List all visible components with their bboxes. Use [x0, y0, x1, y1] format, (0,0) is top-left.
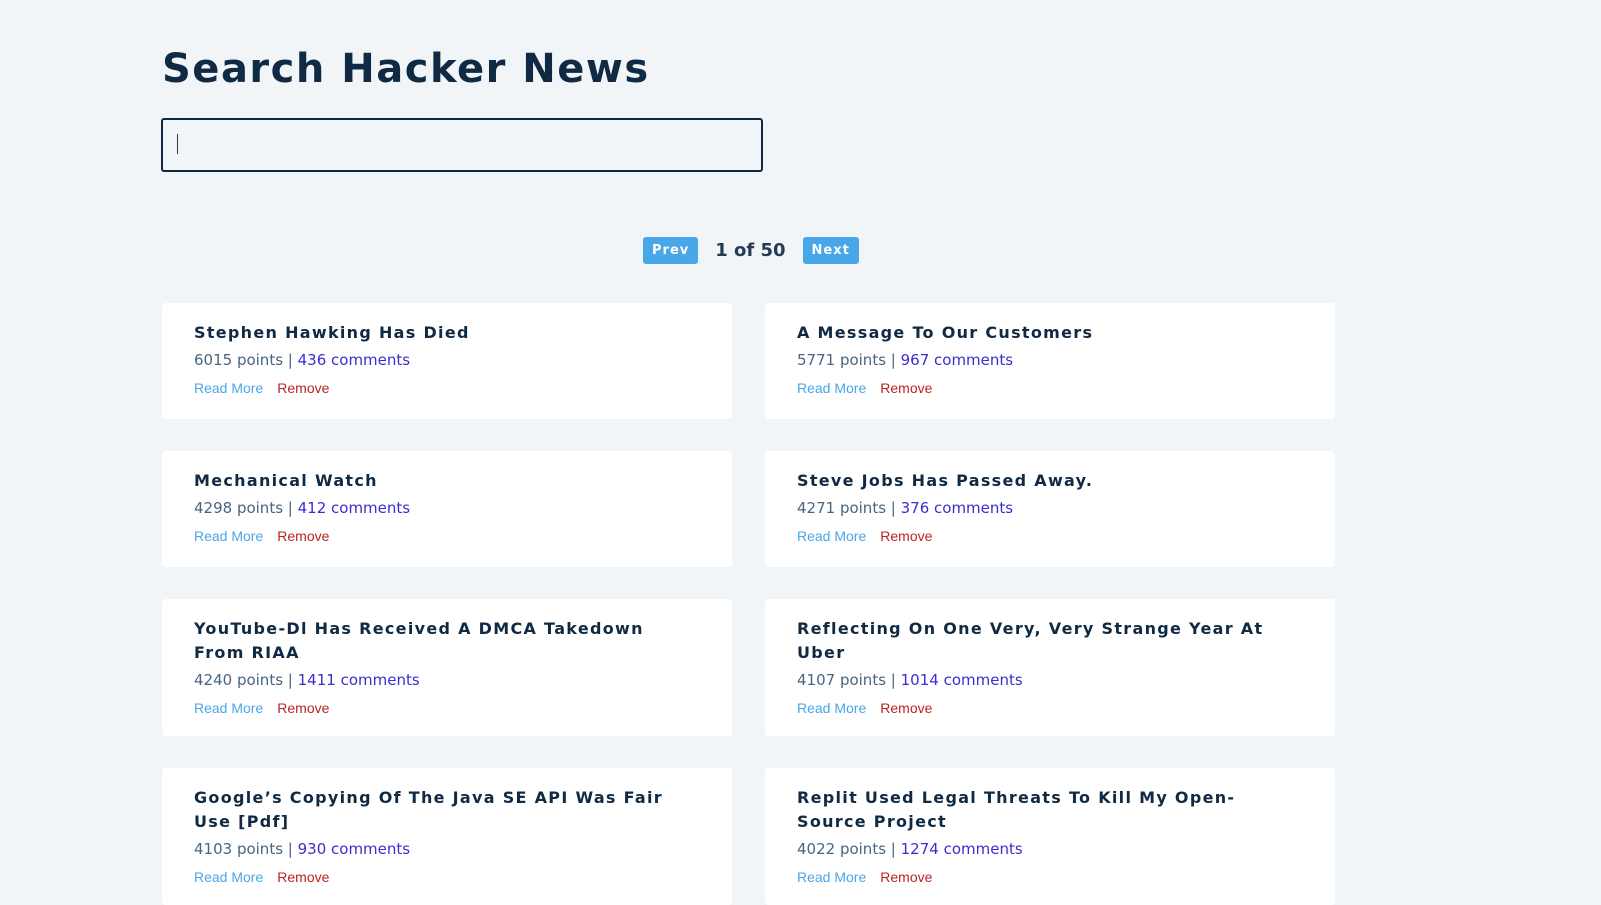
text-caret [177, 134, 178, 154]
story-info: 6015 points | 436 comments [194, 348, 700, 372]
story-points: 5771 points | [797, 351, 896, 369]
remove-button[interactable]: Remove [277, 380, 329, 396]
comments-link[interactable]: 1014 comments [901, 671, 1023, 689]
remove-button[interactable]: Remove [880, 700, 932, 716]
comments-link[interactable]: 967 comments [901, 351, 1013, 369]
remove-button[interactable]: Remove [880, 380, 932, 396]
prev-button[interactable]: Prev [643, 236, 699, 264]
story-info: 4107 points | 1014 comments [797, 668, 1303, 692]
comments-link[interactable]: 376 comments [901, 499, 1013, 517]
story-card: A Message To Our Customers 5771 points |… [765, 303, 1335, 419]
remove-button[interactable]: Remove [880, 528, 932, 544]
read-more-link[interactable]: Read More [194, 526, 263, 546]
story-card: Google’s Copying Of The Java SE API Was … [162, 768, 732, 905]
story-actions: Read More Remove [797, 526, 1303, 546]
remove-button[interactable]: Remove [277, 528, 329, 544]
story-info: 4022 points | 1274 comments [797, 837, 1303, 861]
search-form [161, 118, 763, 172]
story-title: Reflecting On One Very, Very Strange Yea… [797, 619, 1264, 662]
story-points: 4298 points | [194, 499, 293, 517]
story-card: Stephen Hawking Has Died 6015 points | 4… [162, 303, 732, 419]
story-title: Stephen Hawking Has Died [194, 323, 470, 342]
read-more-link[interactable]: Read More [797, 526, 866, 546]
story-actions: Read More Remove [194, 378, 700, 398]
page-indicator: 1 of 50 [715, 239, 786, 261]
story-title: Replit Used Legal Threats To Kill My Ope… [797, 788, 1236, 831]
pagination: Prev 1 of 50 Next [643, 236, 859, 264]
story-title: A Message To Our Customers [797, 323, 1094, 342]
read-more-link[interactable]: Read More [797, 698, 866, 718]
story-actions: Read More Remove [194, 867, 700, 887]
comments-link[interactable]: 1274 comments [901, 840, 1023, 858]
story-points: 4271 points | [797, 499, 896, 517]
story-card: Mechanical Watch 4298 points | 412 comme… [162, 451, 732, 567]
story-actions: Read More Remove [194, 526, 700, 546]
story-info: 4298 points | 412 comments [194, 496, 700, 520]
read-more-link[interactable]: Read More [194, 867, 263, 887]
search-input[interactable] [161, 118, 763, 172]
remove-button[interactable]: Remove [880, 869, 932, 885]
stories-grid: Stephen Hawking Has Died 6015 points | 4… [162, 303, 1335, 905]
story-title: Mechanical Watch [194, 471, 378, 490]
story-info: 4103 points | 930 comments [194, 837, 700, 861]
story-card: Steve Jobs Has Passed Away. 4271 points … [765, 451, 1335, 567]
story-title: Google’s Copying Of The Java SE API Was … [194, 788, 663, 831]
story-points: 4107 points | [797, 671, 896, 689]
story-card: YouTube-Dl Has Received A DMCA Takedown … [162, 599, 732, 736]
next-button[interactable]: Next [802, 236, 859, 264]
remove-button[interactable]: Remove [277, 700, 329, 716]
read-more-link[interactable]: Read More [194, 698, 263, 718]
story-actions: Read More Remove [194, 698, 700, 718]
story-info: 4240 points | 1411 comments [194, 668, 700, 692]
story-info: 4271 points | 376 comments [797, 496, 1303, 520]
story-title: Steve Jobs Has Passed Away. [797, 471, 1094, 490]
story-actions: Read More Remove [797, 378, 1303, 398]
page-title: Search Hacker News [162, 46, 650, 92]
story-title: YouTube-Dl Has Received A DMCA Takedown … [194, 619, 644, 662]
read-more-link[interactable]: Read More [797, 378, 866, 398]
remove-button[interactable]: Remove [277, 869, 329, 885]
story-points: 4103 points | [194, 840, 293, 858]
comments-link[interactable]: 436 comments [298, 351, 410, 369]
story-info: 5771 points | 967 comments [797, 348, 1303, 372]
story-card: Replit Used Legal Threats To Kill My Ope… [765, 768, 1335, 905]
read-more-link[interactable]: Read More [797, 867, 866, 887]
comments-link[interactable]: 412 comments [298, 499, 410, 517]
story-actions: Read More Remove [797, 698, 1303, 718]
story-card: Reflecting On One Very, Very Strange Yea… [765, 599, 1335, 736]
story-points: 6015 points | [194, 351, 293, 369]
story-points: 4240 points | [194, 671, 293, 689]
comments-link[interactable]: 930 comments [298, 840, 410, 858]
story-points: 4022 points | [797, 840, 896, 858]
read-more-link[interactable]: Read More [194, 378, 263, 398]
comments-link[interactable]: 1411 comments [298, 671, 420, 689]
story-actions: Read More Remove [797, 867, 1303, 887]
